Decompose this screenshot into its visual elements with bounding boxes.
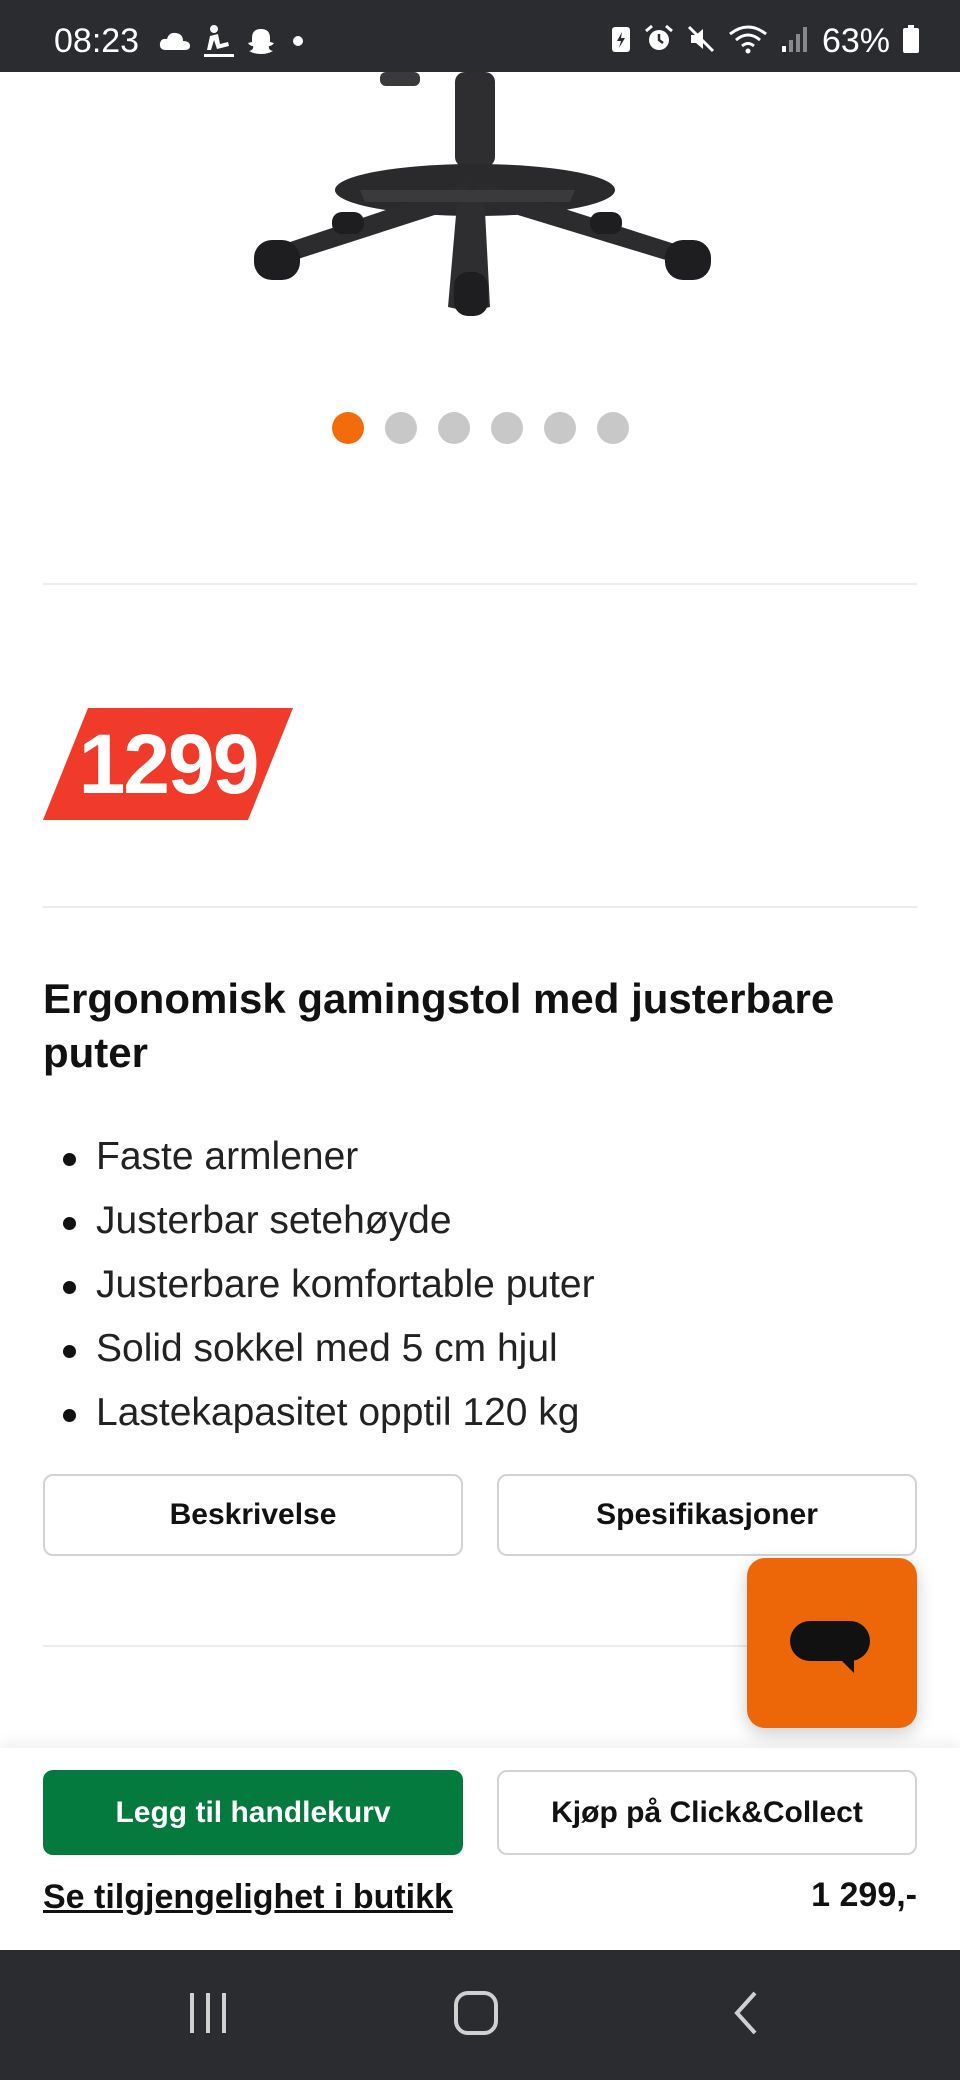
product-title: Ergonomisk gamingstol med justerbare put… xyxy=(43,975,835,1076)
wifi-icon xyxy=(728,24,768,59)
store-availability-link[interactable]: Se tilgjengelighet i butikk xyxy=(43,1878,453,1917)
status-bar: 08:23 63% xyxy=(0,0,960,72)
carousel-dot-5[interactable] xyxy=(543,412,576,444)
product-image[interactable] xyxy=(240,72,720,322)
recents-icon xyxy=(186,1991,230,2040)
chat-bubble-icon xyxy=(790,1621,874,1680)
back-icon xyxy=(731,1989,761,2042)
back-button[interactable] xyxy=(686,1950,806,2080)
price-badge-value: 1299 xyxy=(78,716,260,811)
status-icons-left xyxy=(158,24,308,63)
carousel-dot-6[interactable] xyxy=(596,412,629,444)
carousel-dot-1[interactable] xyxy=(331,412,364,444)
carousel-dot-4[interactable] xyxy=(490,412,523,444)
description-button[interactable]: Beskrivelse xyxy=(43,1474,463,1556)
add-to-cart-button[interactable]: Legg til handlekurv xyxy=(43,1770,463,1855)
snapchat-icon xyxy=(246,26,276,61)
carousel-dot-3[interactable] xyxy=(437,412,470,444)
figure-icon xyxy=(204,24,234,63)
feature-item: Solid sokkel med 5 cm hjul xyxy=(43,1317,917,1381)
carousel-dots xyxy=(0,412,960,444)
feature-item: Justerbare komfortable puter xyxy=(43,1253,917,1317)
home-button[interactable] xyxy=(416,1950,536,2080)
feature-item: Justerbar setehøyde xyxy=(43,1189,917,1253)
signal-icon xyxy=(780,24,810,59)
divider xyxy=(43,906,917,908)
bottom-price: 1 299,- xyxy=(811,1876,917,1914)
divider xyxy=(43,583,917,585)
status-icons-right: 63% xyxy=(610,22,920,61)
cloud-icon xyxy=(158,30,192,57)
feature-item: Lastekapasitet opptil 120 kg xyxy=(43,1381,917,1445)
alarm-icon xyxy=(644,24,674,59)
status-time: 08:23 xyxy=(54,22,140,60)
feature-list: Faste armlener Justerbar setehøyde Juste… xyxy=(43,1125,917,1445)
battery-saver-icon xyxy=(610,24,632,59)
system-nav-bar xyxy=(0,1950,960,2080)
home-icon xyxy=(453,1990,499,2041)
recents-button[interactable] xyxy=(148,1950,268,2080)
battery-icon xyxy=(902,24,920,59)
feature-item: Faste armlener xyxy=(43,1125,917,1189)
dot-icon xyxy=(288,31,308,56)
specifications-button[interactable]: Spesifikasjoner xyxy=(497,1474,917,1556)
click-collect-button[interactable]: Kjøp på Click&Collect xyxy=(497,1770,917,1855)
battery-percent: 63% xyxy=(821,22,890,60)
price-badge: 1299 xyxy=(43,708,293,820)
chat-button[interactable] xyxy=(747,1558,917,1728)
mute-icon xyxy=(686,24,716,59)
carousel-dot-2[interactable] xyxy=(384,412,417,444)
